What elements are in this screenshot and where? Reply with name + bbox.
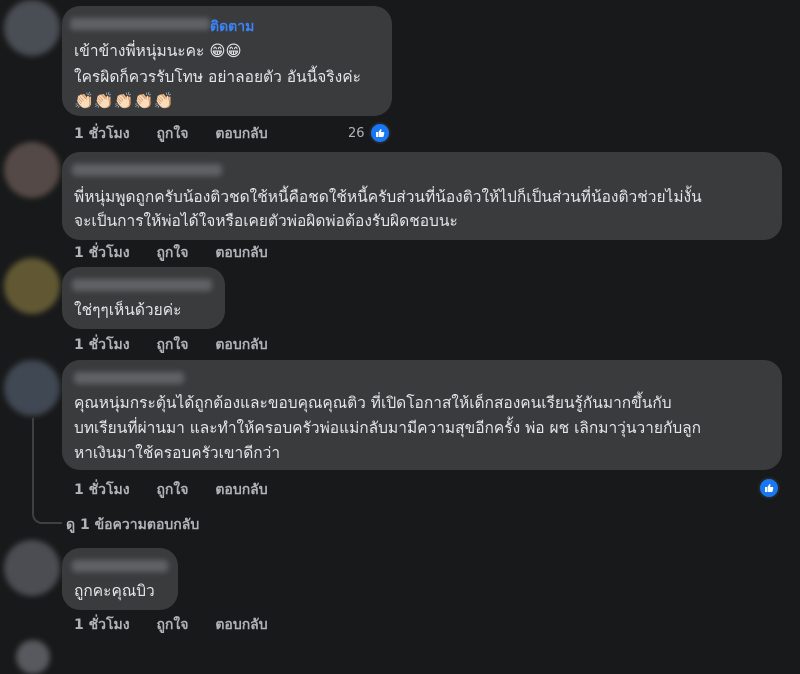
comment-line: จะเป็นการให้พ่อได้ใจหรือเคยตัวพ่อผิดพ่อต… bbox=[74, 212, 458, 230]
comment-bubble: ติดตาม เข้าข้างพี่หนุ่มนะคะ 😁😁 ใครผิดก็ค… bbox=[62, 6, 392, 116]
comment-line: 👏🏻👏🏻👏🏻👏🏻👏🏻 bbox=[74, 91, 174, 110]
comment-line: ใช่ๆๆเห็นด้วยค่ะ bbox=[74, 301, 182, 319]
thumbs-up-icon bbox=[758, 477, 780, 499]
commenter-name[interactable] bbox=[72, 560, 168, 572]
reply-button[interactable]: ตอบกลับ bbox=[215, 482, 267, 498]
commenter-name[interactable] bbox=[70, 18, 210, 30]
avatar[interactable] bbox=[4, 540, 60, 596]
reaction-count[interactable]: 26 bbox=[348, 122, 391, 144]
thumbs-up-icon bbox=[368, 122, 391, 144]
like-button[interactable]: ถูกใจ bbox=[156, 617, 188, 633]
avatar[interactable] bbox=[4, 360, 60, 416]
comment-line: คุณหนุ่มกระตุ้นได้ถูกต้องและขอบคุณคุณติว… bbox=[74, 394, 672, 412]
reply-button[interactable]: ตอบกลับ bbox=[215, 617, 267, 633]
avatar[interactable] bbox=[4, 258, 60, 314]
comment-time[interactable]: 1 ชั่วโมง bbox=[74, 617, 130, 633]
comment-actions: 1 ชั่วโมง ถูกใจ ตอบกลับ bbox=[74, 334, 290, 356]
commenter-name[interactable] bbox=[72, 164, 222, 176]
comment-line: บทเรียนที่ผ่านมา และทำให้ครอบครัวพ่อแม่ก… bbox=[74, 419, 702, 437]
avatar[interactable] bbox=[4, 142, 60, 198]
comment-line: ถูกคะคุณบิว bbox=[74, 582, 155, 600]
reply-button[interactable]: ตอบกลับ bbox=[215, 245, 267, 261]
comment-bubble: ถูกคะคุณบิว bbox=[62, 548, 178, 610]
comment-line: ใครผิดก็ควรรับโทษ อย่าลอยตัว อันนี้จริงค… bbox=[74, 68, 361, 86]
reply-thread-line bbox=[32, 418, 62, 524]
comment-actions: 1 ชั่วโมง ถูกใจ ตอบกลับ bbox=[74, 479, 290, 501]
comment-time[interactable]: 1 ชั่วโมง bbox=[74, 482, 130, 498]
follow-link[interactable]: ติดตาม bbox=[210, 16, 254, 38]
comment-time[interactable]: 1 ชั่วโมง bbox=[74, 337, 130, 353]
comment-actions: 1 ชั่วโมง ถูกใจ ตอบกลับ bbox=[74, 123, 290, 145]
like-button[interactable]: ถูกใจ bbox=[156, 337, 188, 353]
like-button[interactable]: ถูกใจ bbox=[156, 126, 188, 142]
avatar[interactable] bbox=[4, 0, 60, 56]
comment-time[interactable]: 1 ชั่วโมง bbox=[74, 126, 130, 142]
like-count: 26 bbox=[348, 125, 365, 141]
commenter-name[interactable] bbox=[74, 372, 184, 384]
comment-bubble: พี่หนุ่มพูดถูกครับน้องติวชดใช้หนี้คือชดใ… bbox=[62, 152, 782, 240]
comment-time[interactable]: 1 ชั่วโมง bbox=[74, 245, 130, 261]
comment-line: เข้าข้างพี่หนุ่มนะคะ 😁😁 bbox=[74, 42, 242, 60]
view-replies-link[interactable]: ดู 1 ข้อความตอบกลับ bbox=[66, 514, 199, 536]
avatar[interactable] bbox=[16, 640, 50, 674]
comment-line: พี่หนุ่มพูดถูกครับน้องติวชดใช้หนี้คือชดใ… bbox=[74, 188, 702, 206]
comment-line: หาเงินมาใช้ครอบครัวเขาดีกว่า bbox=[74, 444, 281, 462]
comment-bubble: ใช่ๆๆเห็นด้วยค่ะ bbox=[62, 267, 225, 329]
reaction-count[interactable] bbox=[758, 477, 780, 499]
comment-actions: 1 ชั่วโมง ถูกใจ ตอบกลับ bbox=[74, 614, 290, 636]
reply-button[interactable]: ตอบกลับ bbox=[215, 337, 267, 353]
commenter-name[interactable] bbox=[72, 279, 212, 291]
reply-button[interactable]: ตอบกลับ bbox=[215, 126, 267, 142]
comment-actions: 1 ชั่วโมง ถูกใจ ตอบกลับ bbox=[74, 242, 290, 264]
comment-bubble: คุณหนุ่มกระตุ้นได้ถูกต้องและขอบคุณคุณติว… bbox=[62, 360, 782, 470]
like-button[interactable]: ถูกใจ bbox=[156, 482, 188, 498]
like-button[interactable]: ถูกใจ bbox=[156, 245, 188, 261]
